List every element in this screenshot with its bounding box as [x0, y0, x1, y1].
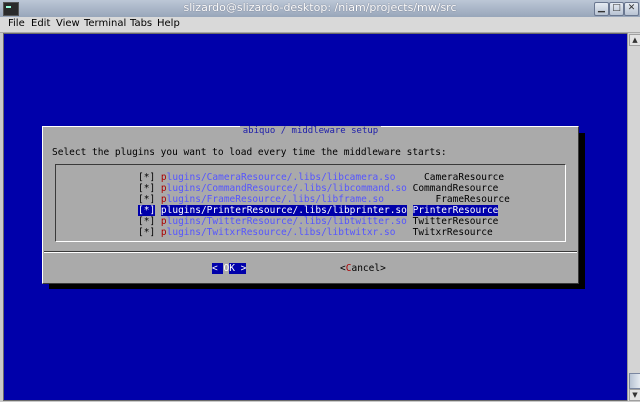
plugin-desc: FrameResource	[435, 194, 510, 205]
scroll-thumb[interactable]	[629, 373, 640, 389]
menu-bar: File Edit View Terminal Tabs Help	[0, 17, 640, 33]
close-icon[interactable]: ✕	[624, 2, 639, 16]
plugin-item[interactable]: [*] plugins/CommandResource/.libs/libcom…	[138, 183, 498, 194]
plugin-item[interactable]: [*] plugins/TwitterResource/.libs/libtwi…	[138, 216, 498, 227]
checkbox[interactable]: [*]	[138, 194, 155, 205]
minimize-icon[interactable]: ▁	[594, 2, 609, 16]
window-title: slizardo@slizardo-desktop: /niam/project…	[183, 1, 457, 14]
menu-view[interactable]: View	[56, 18, 80, 29]
plugin-path: lugins/TwitxrResource/.libs/libtwitxr.so	[166, 227, 396, 238]
hotkey: p	[160, 205, 167, 216]
title-bar[interactable]: slizardo@slizardo-desktop: /niam/project…	[0, 0, 640, 18]
menu-edit[interactable]: Edit	[31, 18, 50, 29]
scroll-up-icon[interactable]: ▲	[629, 34, 640, 46]
menu-help[interactable]: Help	[157, 18, 180, 29]
plugin-item-selected[interactable]: [*] plugins/PrinterResource/.libs/libpri…	[138, 205, 499, 216]
checkbox[interactable]: [*]	[138, 183, 155, 194]
dialog-separator	[44, 251, 577, 253]
plugin-path: lugins/CameraResource/.libs/libcamera.so	[166, 172, 396, 183]
ok-button[interactable]: < OK >	[212, 263, 247, 274]
dialog-title: abiquo / middleware setup	[43, 126, 578, 136]
menu-tabs[interactable]: Tabs	[130, 18, 152, 29]
plugin-desc: PrinterResource	[412, 205, 499, 216]
menu-terminal[interactable]: Terminal	[84, 18, 126, 29]
checkbox[interactable]: [*]	[138, 172, 155, 183]
plugin-path: lugins/FrameResource/.libs/libframe.so	[166, 194, 384, 205]
plugin-desc: TwitterResource	[412, 216, 499, 227]
setup-dialog: abiquo / middleware setup Select the plu…	[42, 126, 579, 284]
dialog-prompt: Select the plugins you want to load ever…	[52, 147, 447, 158]
plugin-path: lugins/PrinterResource/.libs/libprinter.…	[166, 205, 407, 216]
plugin-item[interactable]: [*] plugins/TwitxrResource/.libs/libtwit…	[138, 227, 493, 238]
maximize-icon[interactable]: □	[609, 2, 624, 16]
plugin-desc: TwitxrResource	[412, 227, 493, 238]
checkbox[interactable]: [*]	[138, 205, 156, 216]
plugin-desc: CommandResource	[412, 183, 499, 194]
plugin-item[interactable]: [*] plugins/FrameResource/.libs/libframe…	[138, 194, 510, 205]
dialog-shadow	[578, 133, 585, 283]
plugin-list: [*] p lugins/CameraResource/.libs/libcame…	[55, 164, 566, 242]
checkbox[interactable]: [*]	[138, 216, 155, 227]
terminal-scrollbar[interactable]: ▲ ▼	[627, 33, 640, 401]
plugin-item[interactable]: [*] plugins/CameraResource/.libs/libcame…	[138, 172, 504, 183]
checkbox[interactable]: [*]	[138, 227, 155, 238]
scroll-down-icon[interactable]: ▼	[629, 389, 640, 401]
plugin-path: lugins/CommandResource/.libs/libcommand.…	[166, 183, 407, 194]
plugin-desc: CameraResource	[424, 172, 505, 183]
plugin-path: lugins/TwitterResource/.libs/libtwitter.…	[166, 216, 407, 227]
menu-file[interactable]: File	[8, 18, 25, 29]
cancel-button[interactable]: <Cancel>	[340, 263, 386, 274]
